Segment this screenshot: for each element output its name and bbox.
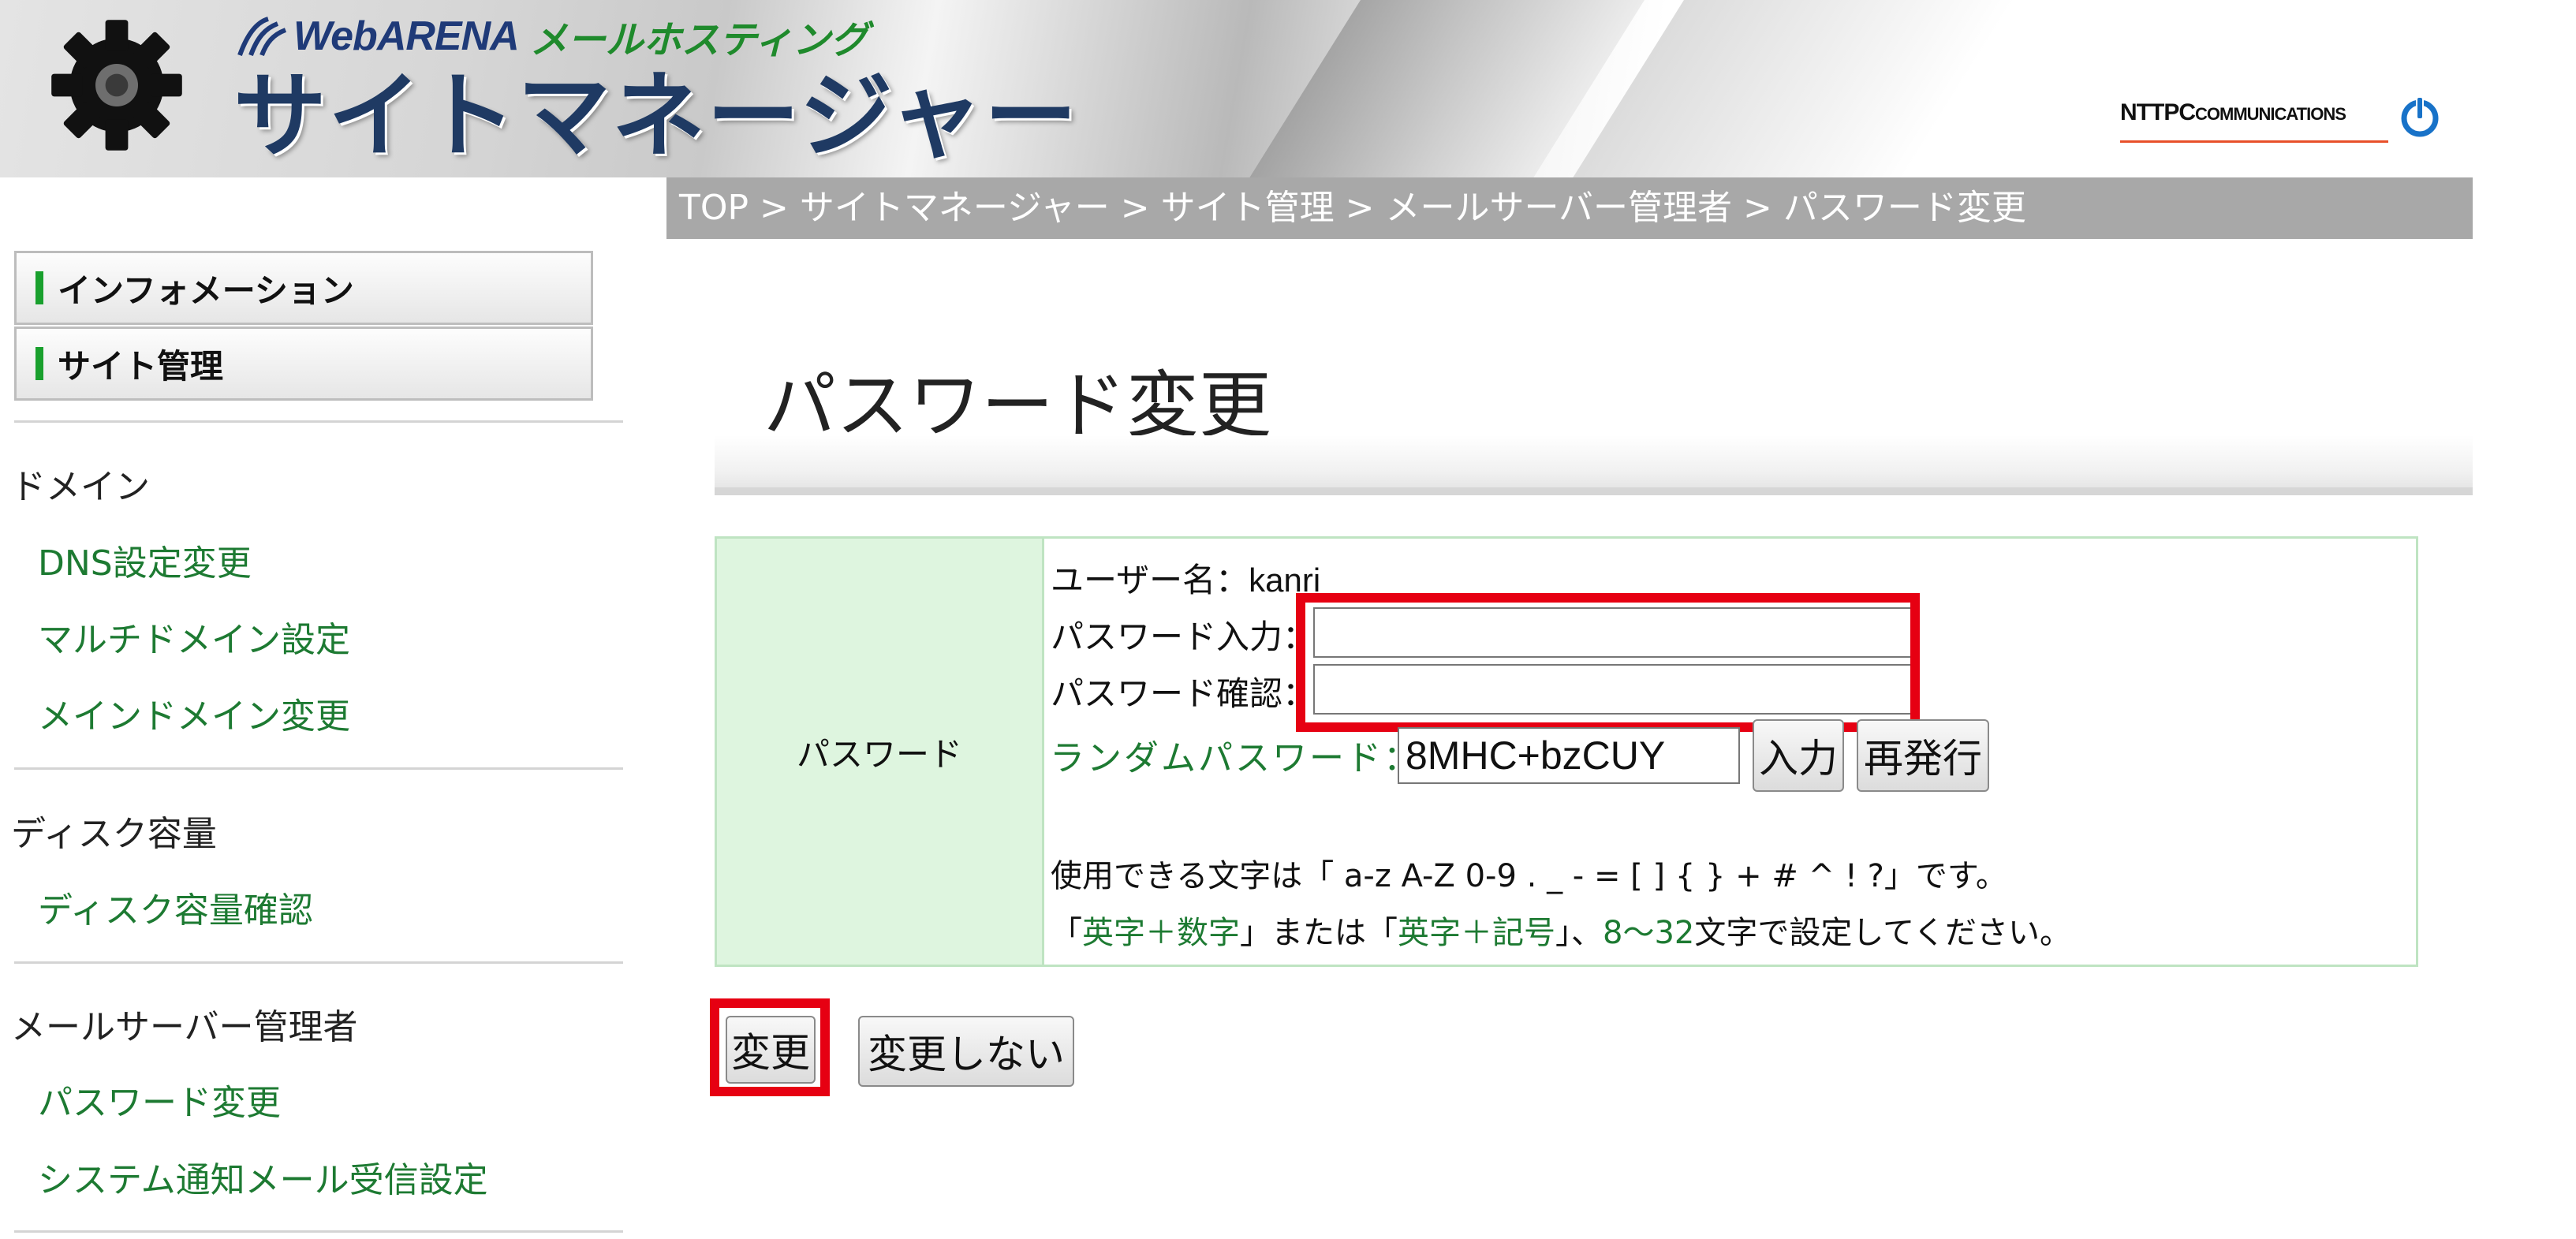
power-icon — [2401, 96, 2439, 137]
random-password-label: ランダムパスワード： — [1050, 738, 1421, 778]
sidebar-divider — [14, 420, 623, 423]
nttpc-logo: NTTPCCOMMUNICATIONS — [2120, 88, 2445, 151]
cancel-change-button[interactable]: 変更しない — [858, 1016, 1074, 1087]
note-range: 8～32 — [1603, 915, 1695, 951]
sidebar-divider — [14, 767, 623, 770]
sidebar-link-dns-settings[interactable]: DNS設定変更 — [38, 535, 252, 585]
site-header: WebARENA メールホスティング サイトマネージャー NTTPCCOMMUN… — [0, 0, 2576, 177]
username-row: ユーザー名：kanri — [1051, 554, 1320, 602]
username-value: kanri — [1249, 562, 1321, 599]
sidebar-link-disk-check[interactable]: ディスク容量確認 — [38, 882, 313, 932]
password-input-label: パスワード入力： — [1051, 618, 1316, 656]
nttpc-wordmark: NTTPCCOMMUNICATIONS — [2120, 99, 2346, 126]
gear-icon — [51, 20, 182, 151]
webarena-logo: WebARENA メールホスティング — [237, 8, 868, 65]
sidebar-button-label: サイト管理 — [58, 346, 224, 386]
allowed-characters-note: 使用できる文字は「 a-z A-Z 0-9 . _ - = [ ] { } + … — [1051, 858, 2007, 894]
change-button[interactable]: 変更 — [726, 1016, 816, 1084]
sidebar-button-information[interactable]: インフォメーション — [14, 251, 593, 325]
sidebar-link-notification-settings[interactable]: システム通知メール受信設定 — [38, 1151, 488, 1202]
random-password-field[interactable] — [1398, 727, 1740, 784]
note-text: 」、 — [1555, 915, 1603, 951]
password-confirm-label: パスワード確認： — [1051, 674, 1316, 713]
sidebar-link-multi-domain[interactable]: マルチドメイン設定 — [38, 611, 350, 662]
password-confirm-input[interactable] — [1313, 664, 1913, 715]
breadcrumb[interactable]: TOP > サイトマネージャー > サイト管理 > メールサーバー管理者 > パ… — [666, 177, 2473, 239]
site-manager-title: サイトマネージャー — [233, 62, 1079, 170]
sidebar-link-main-domain[interactable]: メインドメイン変更 — [38, 688, 350, 738]
input-random-button[interactable]: 入力 — [1753, 719, 1844, 792]
nttpc-underline — [2120, 140, 2388, 143]
sidebar-heading-disk: ディスク容量 — [11, 814, 217, 854]
nttpc-wordmark-main: NTTPC — [2120, 99, 2196, 125]
sidebar-divider — [14, 961, 623, 964]
sidebar-link-password-change[interactable]: パスワード変更 — [38, 1074, 281, 1125]
sidebar-button-site-management[interactable]: サイト管理 — [14, 327, 593, 401]
sidebar-divider — [14, 1230, 623, 1233]
sidebar-heading-domain: ドメイン — [11, 467, 150, 507]
green-marker — [35, 347, 43, 380]
note-alnum: 英字＋数字 — [1082, 915, 1240, 951]
note-text: 」または「 — [1240, 915, 1398, 951]
sidebar-button-label: インフォメーション — [58, 271, 354, 310]
green-marker — [35, 271, 43, 304]
note-alsym: 英字＋記号 — [1398, 915, 1555, 951]
password-row-label: パスワード — [717, 539, 1044, 965]
password-input[interactable] — [1313, 607, 1913, 658]
regenerate-button[interactable]: 再発行 — [1857, 719, 1989, 792]
webarena-mark-icon — [237, 17, 287, 57]
sidebar-heading-mail-admin: メールサーバー管理者 — [11, 1007, 358, 1047]
nttpc-wordmark-sub: COMMUNICATIONS — [2195, 104, 2346, 124]
username-label: ユーザー名： — [1051, 561, 1249, 599]
webarena-wordmark: WebARENA — [293, 13, 520, 59]
mail-hosting-label: メールホスティング — [529, 20, 868, 62]
title-underline — [715, 435, 2473, 495]
note-text: 文字で設定してください。 — [1694, 915, 2071, 951]
note-text: 「 — [1051, 915, 1082, 951]
password-rule-note: 「英字＋数字」または「英字＋記号」、8～32文字で設定してください。 — [1051, 907, 2071, 953]
